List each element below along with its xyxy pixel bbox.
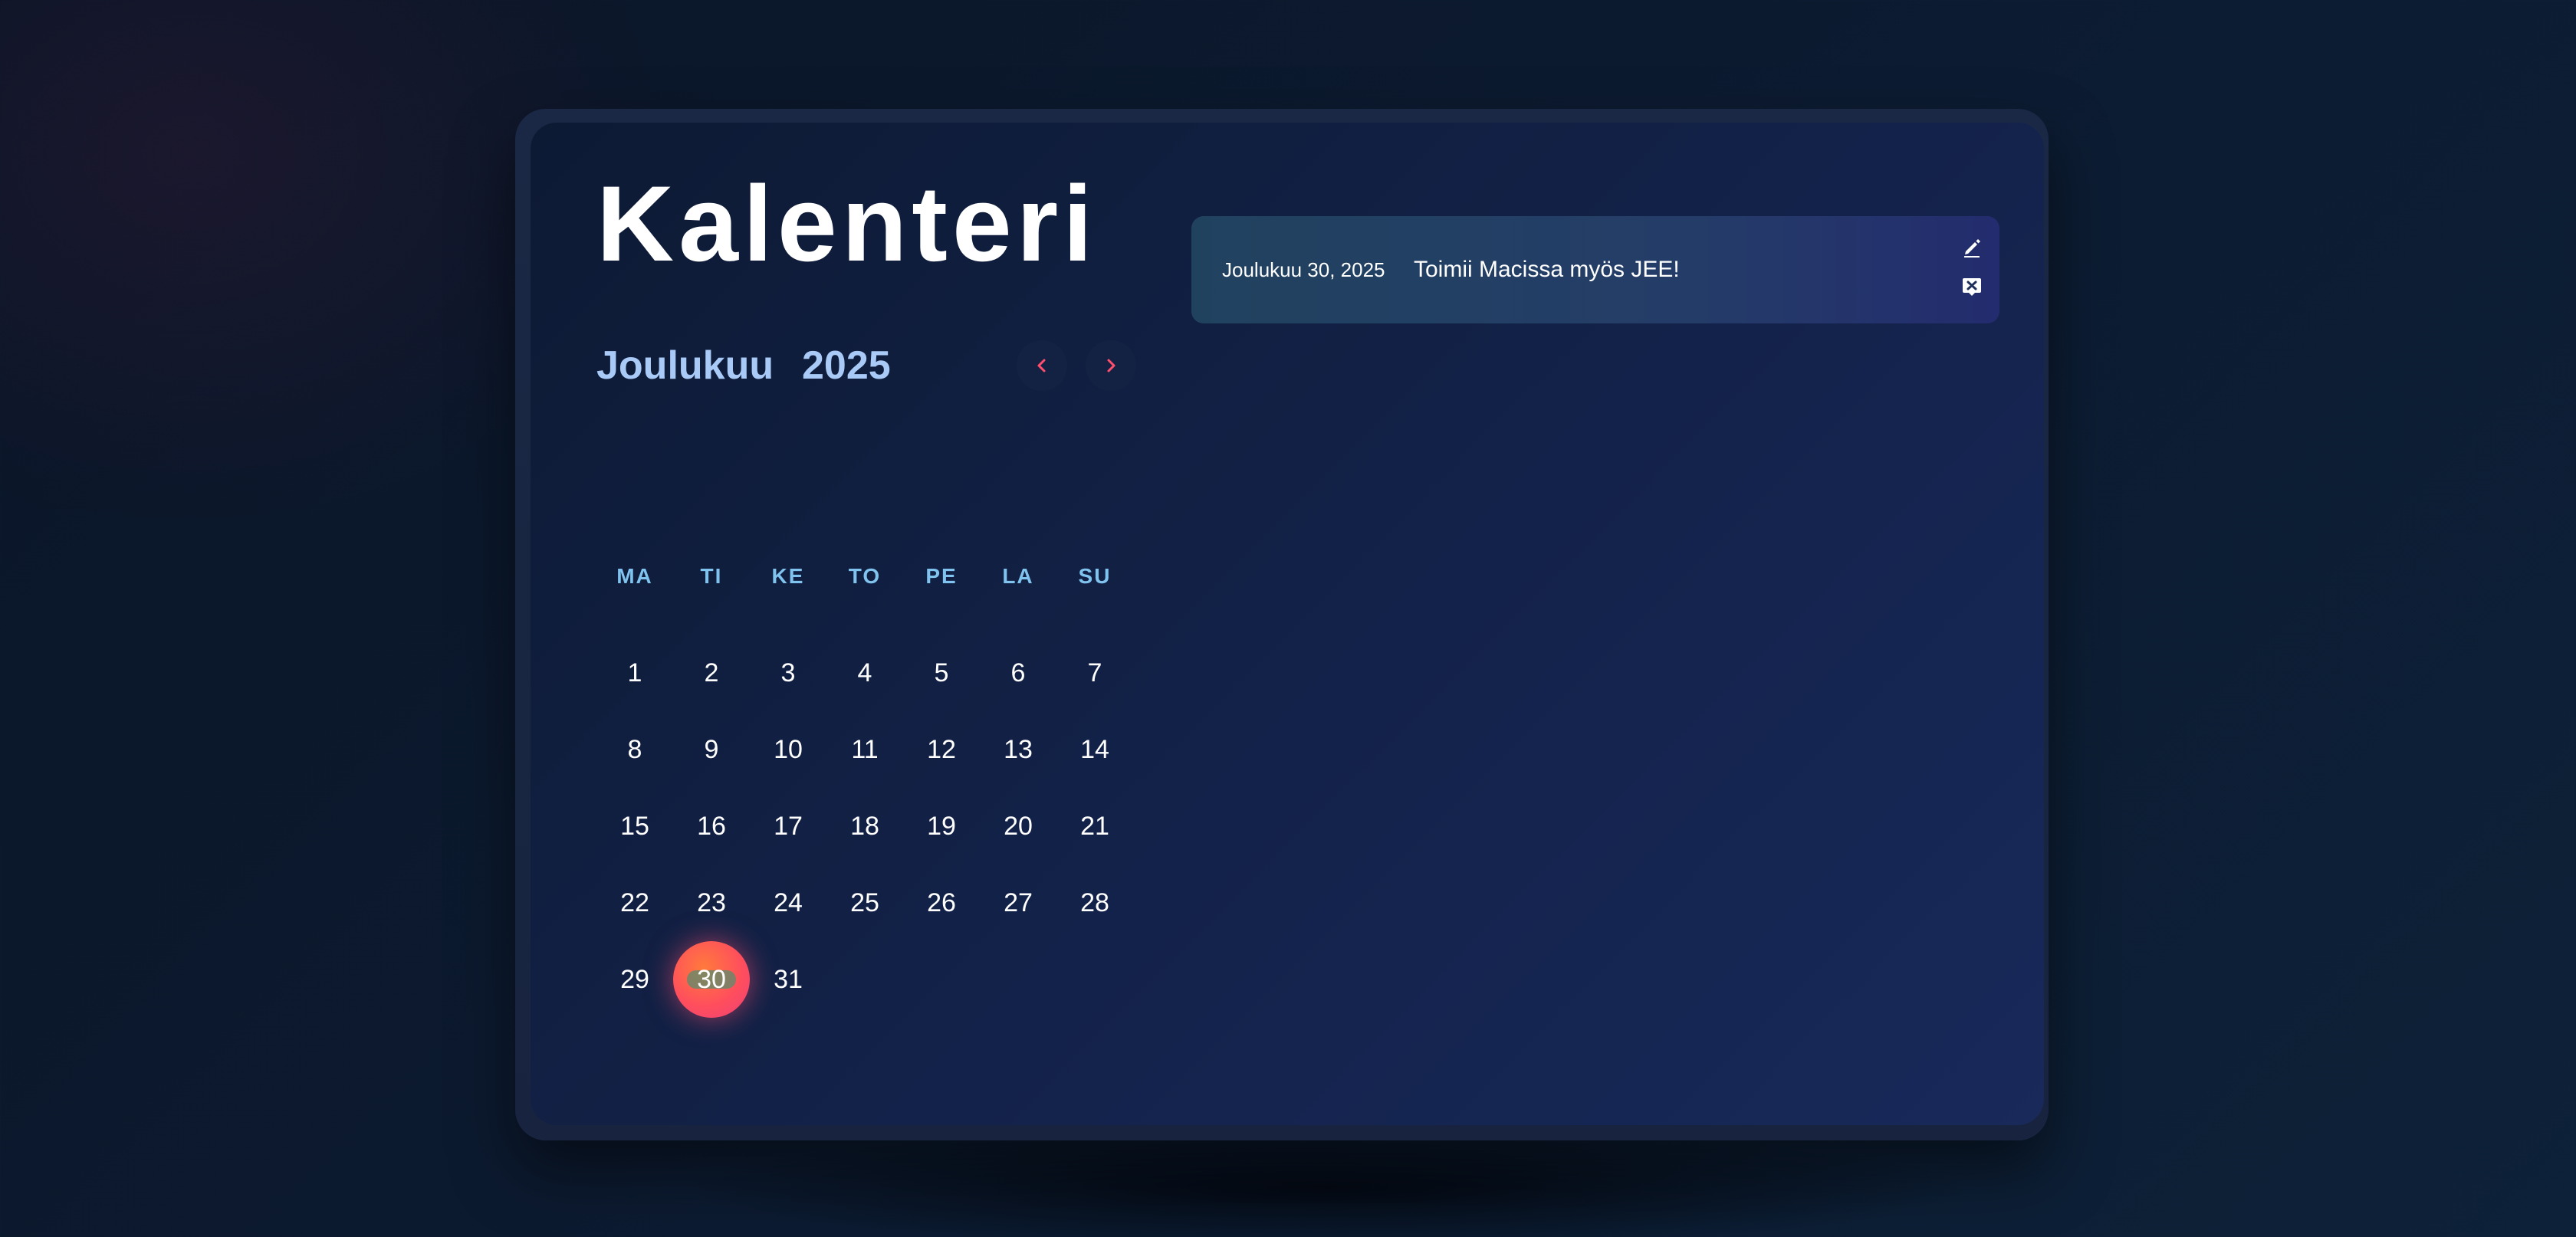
day-number: 16 [697,812,726,841]
day-number: 10 [774,735,803,764]
weekday-label: MA [616,564,653,588]
day-number: 27 [1004,888,1033,917]
day-number: 20 [1004,812,1033,841]
day-number: 24 [774,888,803,917]
day-cell[interactable]: 6 [980,635,1056,711]
day-cell[interactable]: 20 [980,788,1056,865]
edit-event-button[interactable] [1960,235,1984,259]
day-cell[interactable]: 16 [673,788,750,865]
day-number: 18 [850,812,879,841]
weekday-label: LA [1002,564,1034,588]
event-text: Toimii Macissa myös JEE! [1414,257,1680,282]
day-number: 31 [774,965,803,994]
prev-month-button[interactable] [1017,340,1067,391]
year-label: 2025 [802,343,891,388]
day-cell[interactable]: 15 [596,788,673,865]
delete-icon [1963,278,1981,296]
calendar-card: Kalenteri Joulukuu 2025 MA TI KE TO PE L… [531,123,2044,1125]
day-number: 22 [620,888,649,917]
day-cell[interactable]: 4 [826,635,903,711]
day-number: 4 [857,658,872,687]
day-cell[interactable]: 28 [1056,865,1133,941]
day-cell[interactable]: 27 [980,865,1056,941]
day-cell[interactable]: 23 [673,865,750,941]
day-cell[interactable]: 21 [1056,788,1133,865]
day-number: 14 [1080,735,1109,764]
day-cell[interactable]: 24 [750,865,826,941]
weekday-label: TI [700,564,723,588]
day-number: 13 [1004,735,1033,764]
day-number: 6 [1010,658,1026,687]
month-header: Joulukuu 2025 [596,339,1136,392]
weekday-label: KE [771,564,805,588]
weekday-label: SU [1078,564,1112,588]
day-number: 5 [934,658,949,687]
day-cell[interactable]: 10 [750,711,826,788]
delete-event-button[interactable] [1960,274,1984,299]
day-number: 8 [627,735,642,764]
day-cell[interactable]: 17 [750,788,826,865]
day-number: 30 [697,965,726,994]
day-cell[interactable]: 22 [596,865,673,941]
day-cell[interactable]: 1 [596,635,673,711]
day-cell[interactable]: 14 [1056,711,1133,788]
day-number: 17 [774,812,803,841]
day-number: 9 [704,735,719,764]
day-cell[interactable]: 2 [673,635,750,711]
day-cell[interactable]: 19 [903,788,980,865]
day-cell[interactable]: 18 [826,788,903,865]
day-number: 19 [927,812,956,841]
day-number: 3 [780,658,796,687]
day-cell[interactable]: 29 [596,941,673,1018]
day-cell[interactable]: 9 [673,711,750,788]
day-grid: 1 2 3 4 5 6 7 8 9 10 11 12 13 14 15 16 1… [596,635,1141,1048]
day-number: 29 [620,965,649,994]
day-number: 15 [620,812,649,841]
day-cell[interactable]: 31 [750,941,826,1018]
day-number: 28 [1080,888,1109,917]
weekday-header: MA TI KE TO PE LA SU [596,559,1133,593]
day-number: 2 [704,658,719,687]
event-item[interactable]: Joulukuu 30, 2025 Toimii Macissa myös JE… [1191,216,1999,323]
day-cell-selected[interactable]: 30 [673,941,750,1018]
day-cell[interactable]: 25 [826,865,903,941]
page-title: Kalenteri [596,163,1098,284]
event-date: Joulukuu 30, 2025 [1222,258,1385,281]
chevron-right-icon [1107,359,1116,372]
month-name: Joulukuu [596,343,774,388]
day-cell[interactable]: 3 [750,635,826,711]
day-cell[interactable]: 7 [1056,635,1133,711]
day-number: 7 [1087,658,1102,687]
day-number: 21 [1080,812,1109,841]
day-number: 23 [697,888,726,917]
day-number: 26 [927,888,956,917]
weekday-label: PE [925,564,958,588]
day-number: 12 [927,735,956,764]
day-number: 25 [850,888,879,917]
day-cell[interactable]: 11 [826,711,903,788]
day-number: 11 [851,735,879,764]
day-cell[interactable]: 12 [903,711,980,788]
day-cell[interactable]: 5 [903,635,980,711]
day-cell[interactable]: 8 [596,711,673,788]
chevron-left-icon [1037,359,1046,372]
day-cell[interactable]: 26 [903,865,980,941]
day-number: 1 [627,658,642,687]
pencil-icon [1964,239,1980,258]
weekday-label: TO [848,564,882,588]
background-shadow [675,1127,1978,1237]
day-cell[interactable]: 13 [980,711,1056,788]
next-month-button[interactable] [1086,340,1136,391]
